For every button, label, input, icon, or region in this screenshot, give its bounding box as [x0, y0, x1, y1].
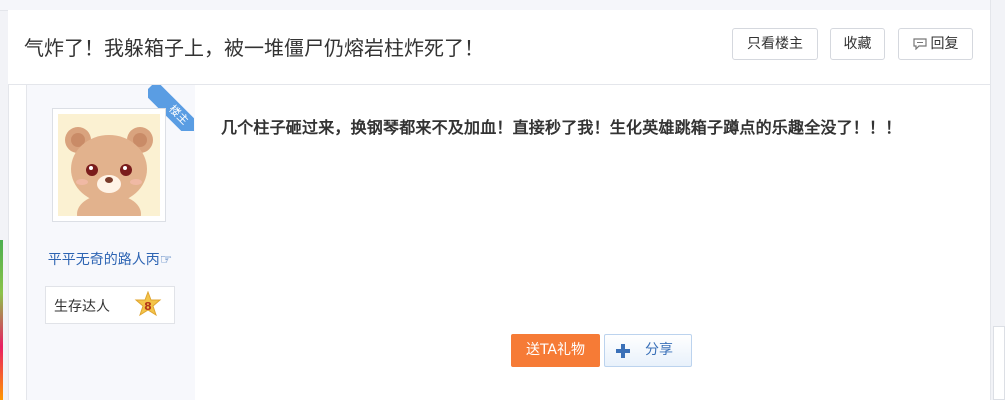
- left-edge-decoration: [0, 240, 3, 400]
- thread-title: 气炸了！我躲箱子上，被一堆僵尸仍熔岩柱炸死了！: [24, 36, 484, 60]
- only-op-button[interactable]: 只看楼主: [732, 28, 818, 60]
- share-button[interactable]: 分享: [604, 334, 692, 367]
- plus-icon: [616, 344, 630, 358]
- bear-avatar-icon: [58, 114, 160, 216]
- level-title: 生存达人: [54, 299, 110, 315]
- send-gift-button[interactable]: 送TA礼物: [511, 334, 600, 367]
- post-content: 几个柱子砸过来，换钢琴都来不及加血！直接秒了我！生化英雄跳箱子蹲点的乐趣全没了！…: [221, 118, 902, 137]
- reply-button[interactable]: 回复: [898, 28, 973, 60]
- thread-header: 气炸了！我躲箱子上，被一堆僵尸仍熔岩柱炸死了！ 只看楼主 收藏 回复: [8, 10, 990, 85]
- scrollbar-thumb[interactable]: [993, 326, 1005, 400]
- level-number: 8: [144, 300, 152, 313]
- comment-icon: [912, 38, 927, 50]
- avatar[interactable]: [52, 108, 166, 222]
- level-star-icon: 8: [134, 291, 162, 317]
- author-name[interactable]: 平平无奇的路人丙☞: [26, 249, 194, 269]
- share-label: 分享: [645, 342, 673, 358]
- favorite-button[interactable]: 收藏: [830, 28, 885, 60]
- reply-label: 回复: [930, 36, 959, 52]
- level-badge[interactable]: 生存达人 8: [45, 286, 175, 324]
